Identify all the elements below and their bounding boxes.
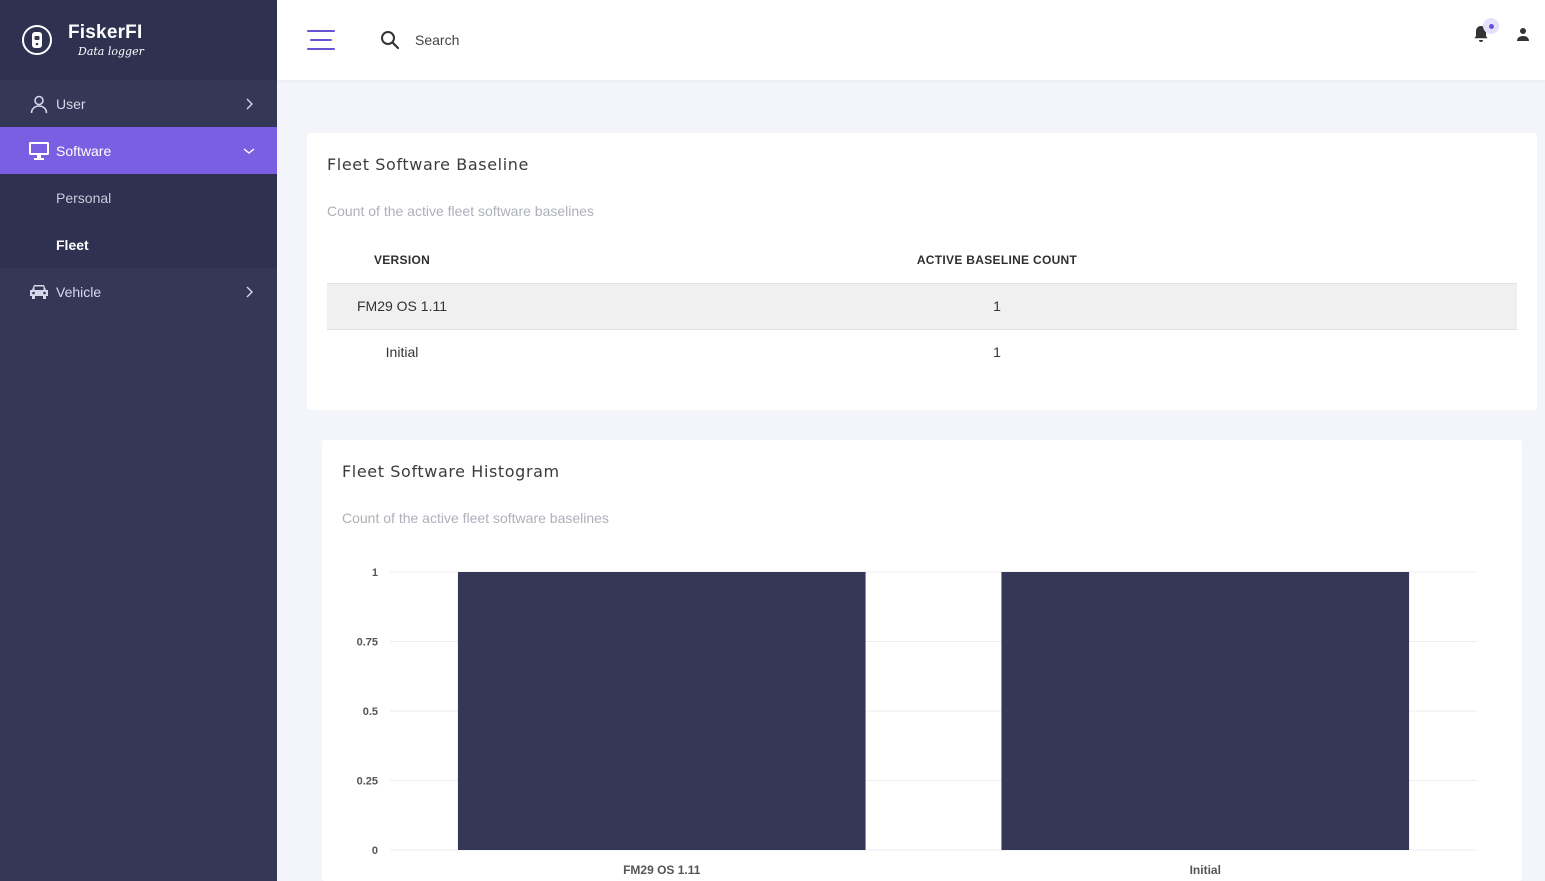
sidebar-item-user[interactable]: User — [0, 80, 277, 127]
car-icon — [28, 281, 50, 303]
sidebar-subitem-personal[interactable]: Personal — [0, 174, 277, 221]
version-cell: FM29 OS 1.11 — [327, 282, 477, 329]
notifications-button[interactable] — [1471, 18, 1499, 44]
card-subtitle: Count of the active fleet software basel… — [327, 203, 594, 219]
version-cell: Initial — [327, 328, 477, 375]
table-row[interactable]: Initial 1 — [327, 328, 1517, 375]
brand-name: FiskerFI — [68, 22, 143, 43]
bar — [1001, 572, 1410, 850]
bar — [457, 572, 866, 850]
baseline-card: Fleet Software Baseline Count of the act… — [307, 133, 1537, 410]
histogram-card: Fleet Software Histogram Count of the ac… — [322, 440, 1522, 881]
x-tick-label: Initial — [1190, 863, 1221, 877]
column-header-version[interactable]: VERSION — [327, 237, 477, 283]
person-icon — [1517, 28, 1529, 41]
account-button[interactable] — [1515, 26, 1531, 42]
sidebar-item-software[interactable]: Software — [0, 127, 277, 174]
column-header-count[interactable]: ACTIVE BASELINE COUNT — [477, 237, 1517, 283]
histogram-chart: 0 0.25 0.5 0.75 1 FM29 OS 1.11 Initial — [357, 567, 1477, 877]
hamburger-menu-icon[interactable] — [307, 30, 335, 50]
y-tick-label: 0.75 — [357, 637, 378, 649]
sidebar-item-label: User — [56, 95, 86, 112]
search-icon — [381, 31, 400, 50]
y-tick-label: 0.25 — [357, 776, 378, 788]
monitor-icon — [28, 140, 50, 162]
brand-subtitle: Data logger — [78, 45, 144, 58]
sidebar: FiskerFI Data logger User Software Perso… — [0, 0, 277, 881]
count-cell: 1 — [477, 282, 1517, 329]
y-tick-label: 1 — [372, 567, 378, 579]
y-tick-label: 0.5 — [363, 706, 378, 718]
y-tick-label: 0 — [372, 845, 378, 857]
count-cell: 1 — [477, 328, 1517, 375]
search-input[interactable] — [415, 32, 715, 48]
brand[interactable]: FiskerFI Data logger — [0, 0, 277, 80]
table-row[interactable]: FM29 OS 1.11 1 — [327, 282, 1517, 329]
chevron-right-icon — [243, 98, 255, 110]
sidebar-item-label: Vehicle — [56, 283, 102, 300]
chevron-down-icon — [243, 145, 255, 157]
x-tick-label: FM29 OS 1.11 — [623, 863, 701, 877]
sidebar-subitem-fleet[interactable]: Fleet — [0, 221, 277, 268]
sidebar-item-vehicle[interactable]: Vehicle — [0, 268, 277, 315]
notification-badge — [1483, 18, 1499, 34]
baseline-table: VERSION ACTIVE BASELINE COUNT FM29 OS 1.… — [327, 237, 1517, 375]
card-title: Fleet Software Baseline — [327, 155, 529, 174]
topbar — [277, 0, 1545, 80]
user-icon — [28, 93, 50, 115]
sidebar-item-label: Software — [56, 142, 112, 159]
brand-logo-icon — [22, 25, 52, 55]
chevron-right-icon — [243, 286, 255, 298]
software-submenu: Personal Fleet — [0, 174, 277, 268]
